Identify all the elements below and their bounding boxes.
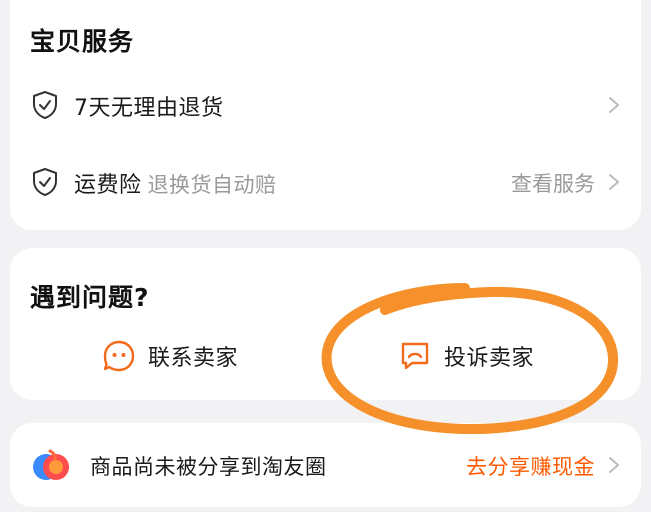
share-status-text: 商品尚未被分享到淘友圈 — [90, 455, 327, 479]
chevron-right-icon — [609, 97, 619, 113]
view-service-link[interactable]: 查看服务 — [511, 168, 595, 198]
shipping-insurance-sub: 退换货自动赔 — [147, 173, 277, 197]
service-section-title: 宝贝服务 — [30, 27, 135, 56]
contact-seller-button[interactable]: 联系卖家 — [102, 336, 238, 376]
chevron-right-icon — [609, 174, 619, 190]
problem-section-title: 遇到问题? — [30, 283, 150, 312]
service-row-label: 7天无理由退货 — [74, 96, 224, 121]
shipping-insurance-label: 运费险 — [74, 173, 142, 198]
complaint-chat-icon — [401, 342, 429, 370]
complain-seller-button[interactable]: 投诉卖家 — [398, 336, 534, 376]
taoyouquan-logo-icon — [33, 449, 69, 480]
problem-card: 遇到问题? 联系卖家 投诉卖家 — [10, 248, 641, 400]
complain-seller-label: 投诉卖家 — [444, 346, 535, 371]
service-row-label: 运费险 退换货自动赔 — [74, 167, 277, 199]
service-row-shipping-insurance[interactable]: 运费险 退换货自动赔 查看服务 — [10, 152, 641, 212]
shield-check-icon — [33, 91, 57, 119]
contact-seller-label: 联系卖家 — [148, 346, 239, 371]
shield-check-icon — [33, 168, 57, 196]
service-row-return[interactable]: 7天无理由退货 — [10, 75, 641, 135]
chevron-right-icon — [609, 457, 619, 473]
service-card: 宝贝服务 7天无理由退货 运费险 退换货自动赔 查看服务 — [10, 0, 641, 230]
share-card[interactable]: 商品尚未被分享到淘友圈 去分享赚现金 — [10, 423, 641, 507]
smiley-chat-icon — [103, 340, 135, 372]
share-earn-cash-link[interactable]: 去分享赚现金 — [466, 451, 595, 481]
